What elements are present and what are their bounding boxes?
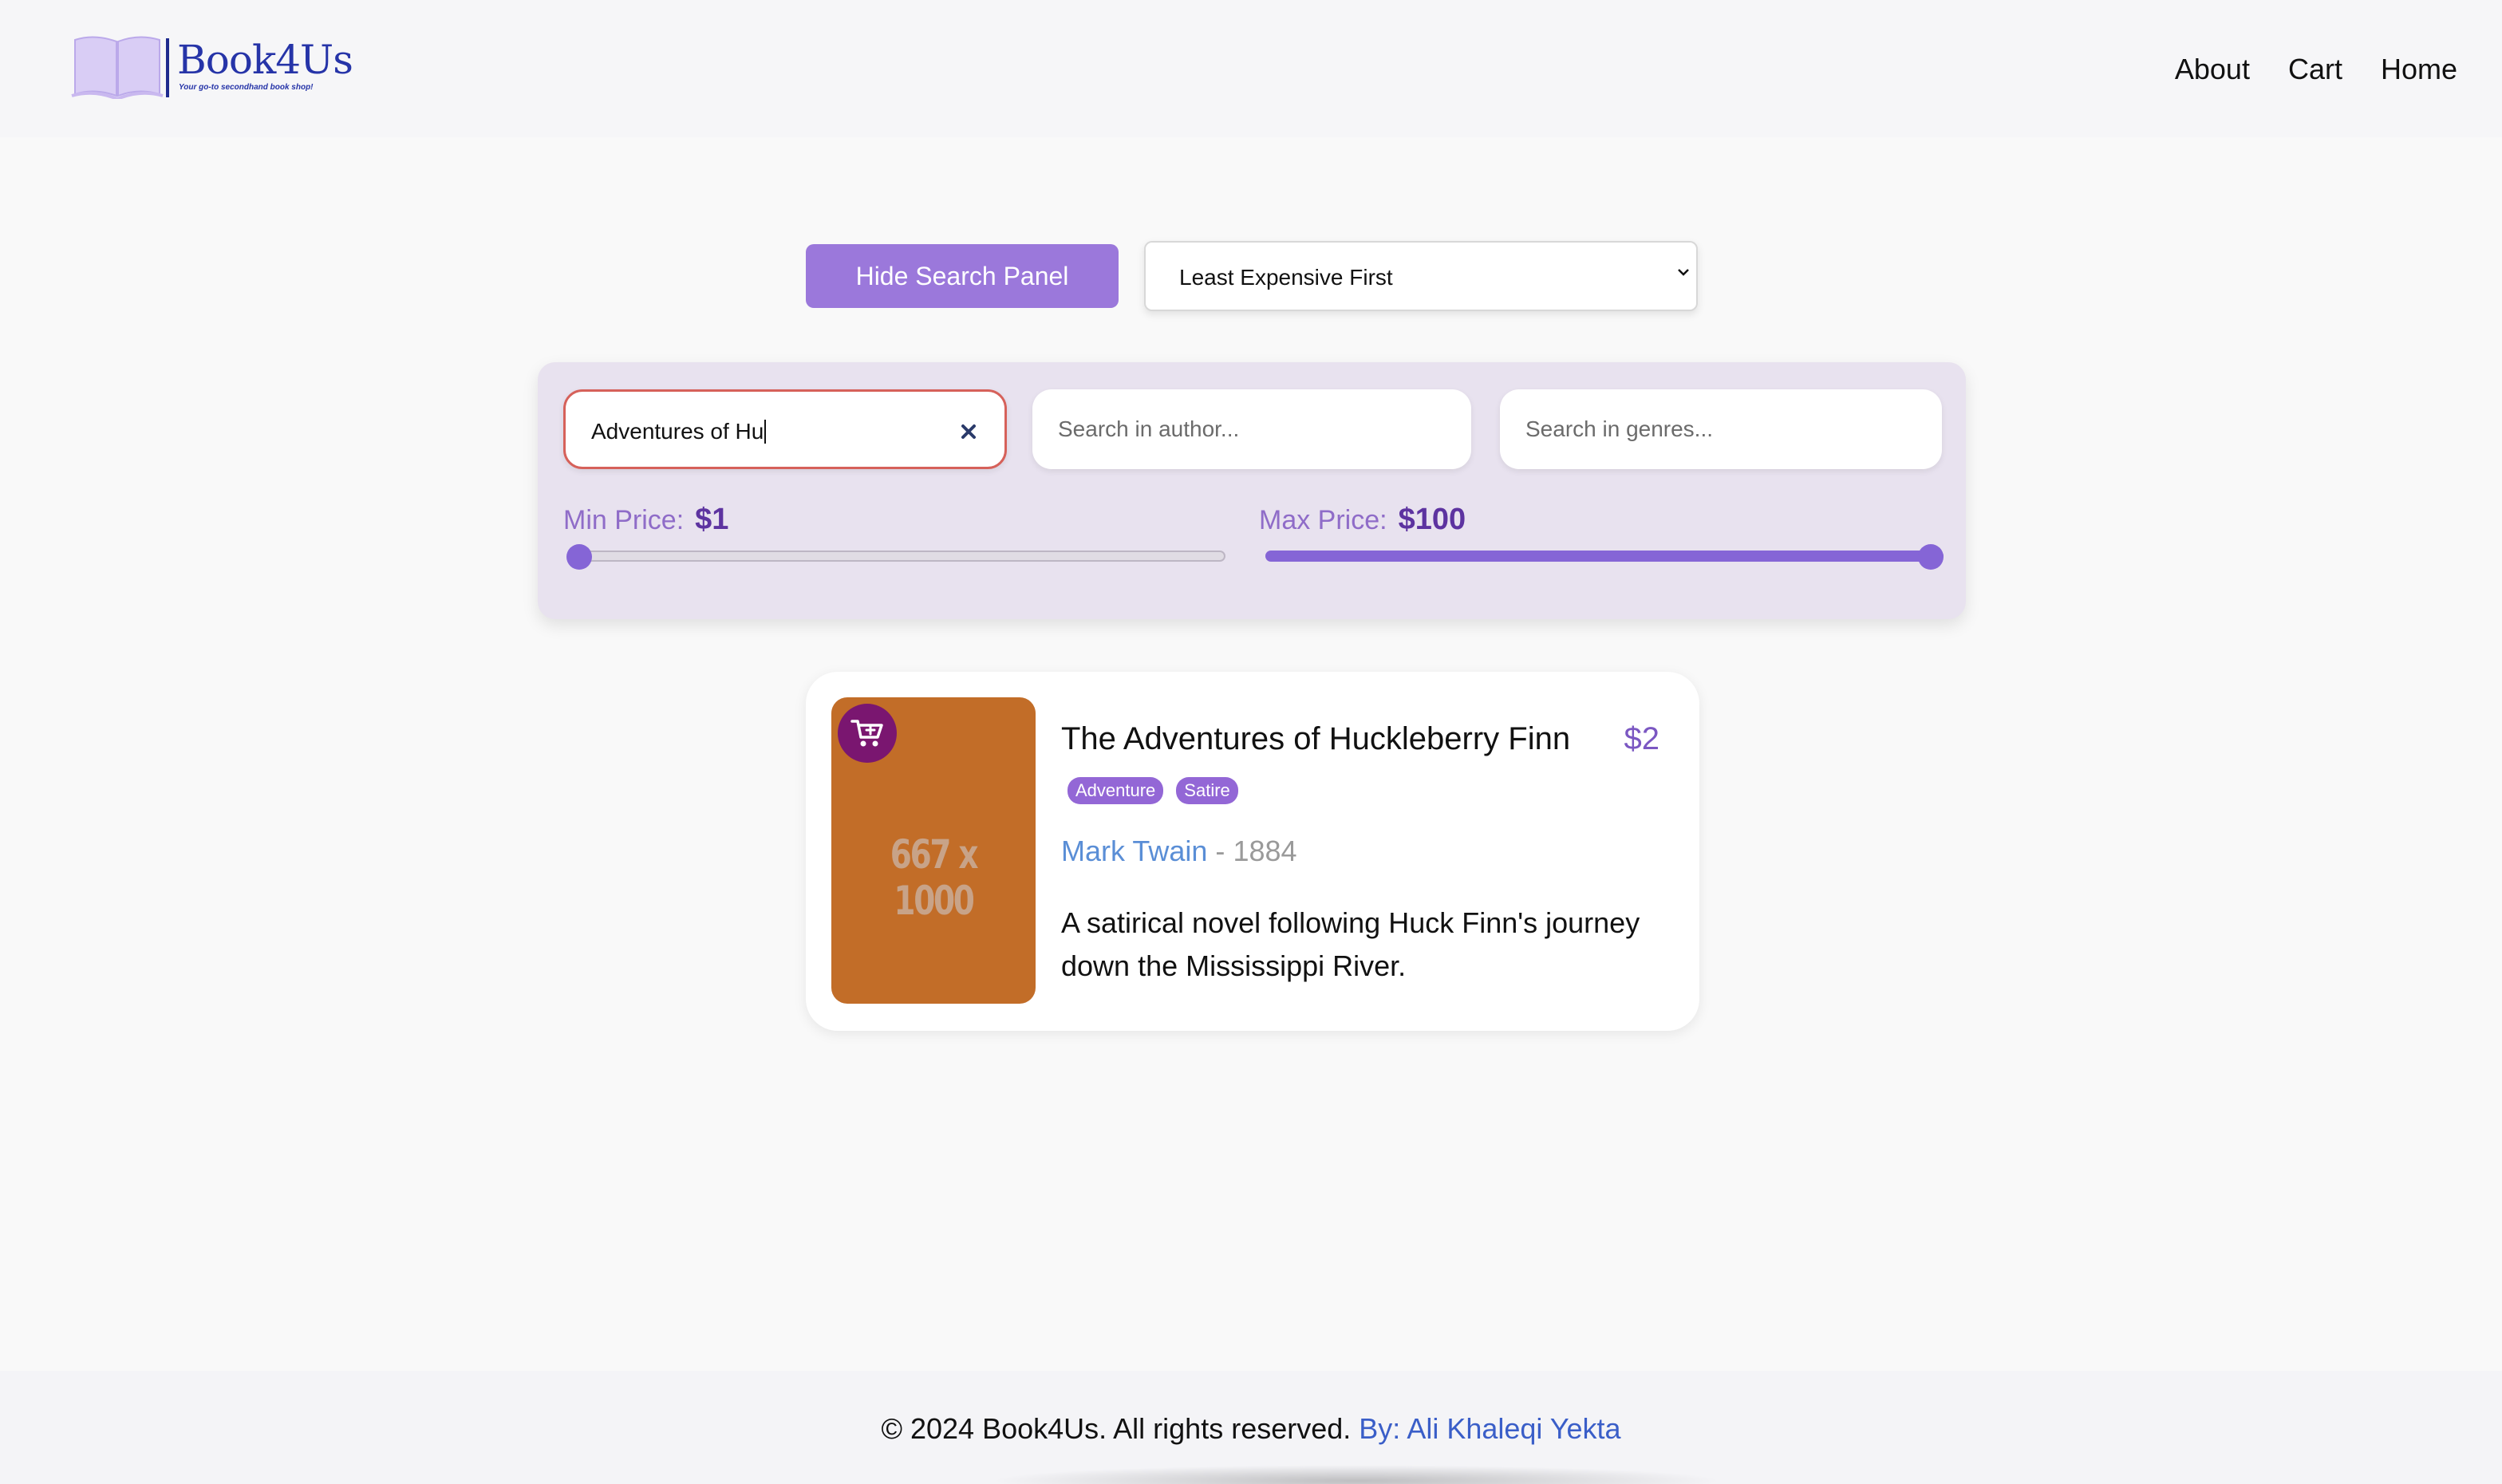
footer-shadow xyxy=(989,1465,1723,1484)
text-caret xyxy=(764,420,767,444)
footer-text: © 2024 Book4Us. All rights reserved. By:… xyxy=(0,1412,2502,1446)
author-search-input[interactable]: Search in author... xyxy=(1032,389,1471,469)
min-price-slider-track[interactable] xyxy=(570,551,1225,562)
genre-tags: Adventure Satire xyxy=(1067,777,1238,804)
max-price-label: Max Price: $100 xyxy=(1259,503,1466,537)
cover-placeholder-text: 667 x 1000 xyxy=(890,831,979,924)
genres-search-input[interactable]: Search in genres... xyxy=(1500,389,1942,469)
min-price-caption: Min Price: xyxy=(563,505,685,535)
add-to-cart-button[interactable] xyxy=(838,704,897,763)
min-price-label: Min Price: $1 xyxy=(563,503,728,537)
max-price-slider-track[interactable] xyxy=(1265,551,1944,562)
author-line: Mark Twain - 1884 xyxy=(1061,835,1297,868)
logo-divider xyxy=(166,38,169,97)
chevron-down-icon xyxy=(1675,263,1691,286)
add-to-cart-icon xyxy=(850,720,883,747)
title-search-input[interactable]: Adventures of Hu xyxy=(563,389,1007,469)
genre-tag[interactable]: Adventure xyxy=(1067,777,1164,804)
max-price-slider-thumb[interactable] xyxy=(1918,544,1944,570)
search-panel: Adventures of Hu Search in author... Sea… xyxy=(538,362,1966,619)
sort-selected-value: Least Expensive First xyxy=(1179,265,1393,290)
publication-year: 1884 xyxy=(1233,835,1297,867)
book-price: $2 xyxy=(1624,721,1660,756)
min-price-slider-thumb[interactable] xyxy=(566,544,592,570)
nav-cart[interactable]: Cart xyxy=(2288,53,2342,86)
max-price-caption: Max Price: xyxy=(1259,505,1387,535)
site-header: Book4Us Your go-to secondhand book shop!… xyxy=(0,0,2502,137)
brand-tagline: Your go-to secondhand book shop! xyxy=(179,83,314,92)
author-credit-link[interactable]: By: Ali Khaleqi Yekta xyxy=(1359,1412,1620,1445)
min-price-value: $1 xyxy=(695,503,729,536)
author-search-placeholder: Search in author... xyxy=(1058,416,1240,441)
site-footer: © 2024 Book4Us. All rights reserved. By:… xyxy=(0,1371,2502,1484)
book-title[interactable]: The Adventures of Huckleberry Finn xyxy=(1061,721,1570,757)
book-description: A satirical novel following Huck Finn's … xyxy=(1061,906,1640,982)
book-logo-icon xyxy=(71,36,164,99)
sort-select[interactable]: Least Expensive First xyxy=(1144,241,1698,311)
author-link[interactable]: Mark Twain xyxy=(1061,835,1207,867)
genre-tag[interactable]: Satire xyxy=(1176,777,1238,804)
max-price-value: $100 xyxy=(1398,503,1466,536)
close-icon[interactable] xyxy=(960,414,977,448)
main-nav: About Cart Home xyxy=(2175,53,2457,86)
nav-about[interactable]: About xyxy=(2175,53,2250,86)
hide-search-panel-button[interactable]: Hide Search Panel xyxy=(806,244,1119,308)
nav-home[interactable]: Home xyxy=(2381,53,2457,86)
year-separator: - xyxy=(1215,835,1225,867)
brand-logo[interactable]: Book4Us Your go-to secondhand book shop! xyxy=(70,32,353,101)
title-search-value: Adventures of Hu xyxy=(591,419,764,444)
brand-name: Book4Us xyxy=(177,37,353,83)
copyright-text: © 2024 Book4Us. All rights reserved. xyxy=(881,1412,1352,1445)
book-cover-image: 667 x 1000 xyxy=(831,697,1036,1004)
book-card[interactable]: 667 x 1000 The Adventures of Huckleberry… xyxy=(806,672,1699,1031)
genres-search-placeholder: Search in genres... xyxy=(1525,416,1714,441)
